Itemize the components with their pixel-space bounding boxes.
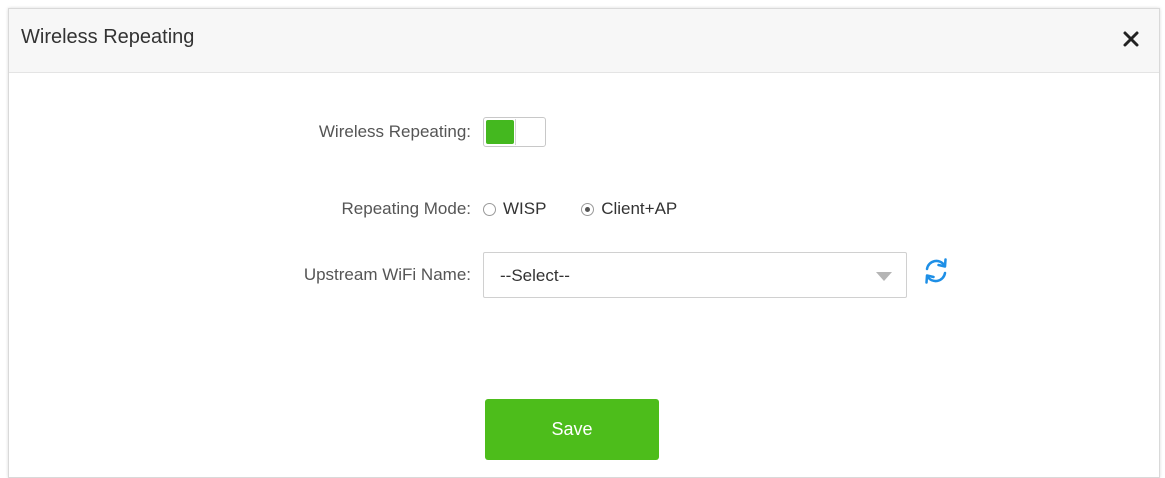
save-button[interactable]: Save — [485, 399, 659, 460]
toggle-on-indicator — [486, 120, 514, 144]
toggle-divider — [515, 119, 516, 145]
radio-wisp[interactable]: WISP — [483, 199, 546, 219]
close-icon[interactable] — [1117, 25, 1145, 53]
radio-client-ap[interactable]: Client+AP — [581, 199, 677, 219]
radio-wisp-label: WISP — [503, 199, 547, 218]
dialog-title: Wireless Repeating — [21, 26, 195, 48]
dialog-header: Wireless Repeating — [9, 9, 1159, 73]
upstream-wifi-label: Upstream WiFi Name: — [303, 265, 471, 284]
radio-client-ap-dot[interactable] — [581, 202, 595, 216]
wireless-repeating-dialog: Wireless Repeating Wireless Repeating: R… — [8, 8, 1160, 478]
upstream-wifi-value: --Select-- — [500, 266, 570, 285]
refresh-icon[interactable] — [921, 256, 951, 286]
wireless-repeating-label: Wireless Repeating: — [318, 122, 471, 141]
repeating-mode-label: Repeating Mode: — [341, 199, 471, 218]
radio-client-ap-label: Client+AP — [601, 199, 678, 218]
wireless-repeating-toggle[interactable] — [483, 117, 546, 147]
chevron-down-icon — [876, 272, 892, 281]
repeating-mode-group: WISP Client+AP — [483, 199, 707, 221]
upstream-wifi-select[interactable]: --Select-- — [483, 252, 907, 298]
radio-wisp-dot[interactable] — [483, 202, 496, 216]
